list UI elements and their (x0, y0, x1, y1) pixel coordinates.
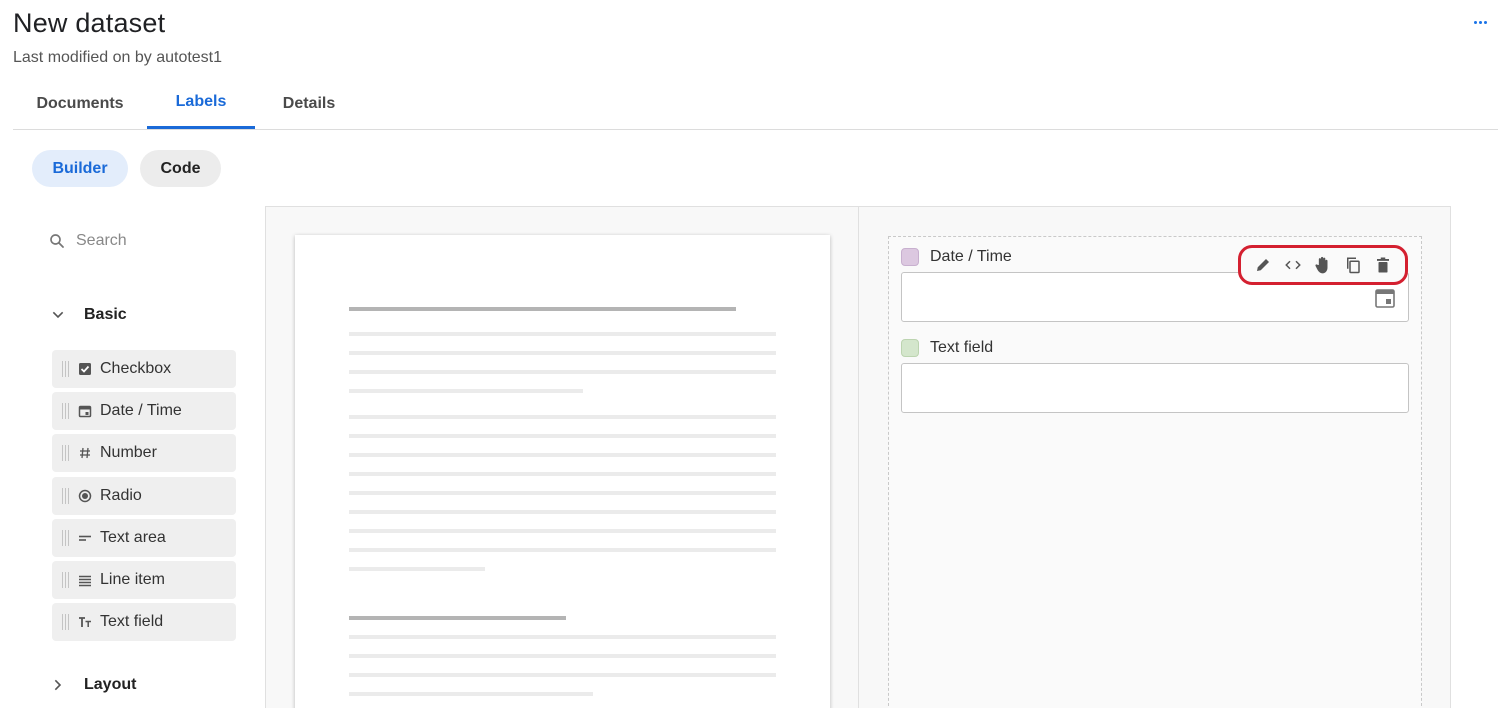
drag-grip-icon (62, 403, 72, 420)
search-placeholder: Search (76, 232, 127, 249)
more-options-button[interactable] (1470, 12, 1490, 32)
field-label-text-field[interactable]: Text field (901, 339, 993, 357)
palette-item-label: Checkbox (100, 360, 172, 377)
field-color-swatch (901, 339, 919, 357)
palette-item-text-area[interactable]: Text area (52, 518, 236, 557)
palette-item-label: Date / Time (100, 402, 182, 420)
tab-labels[interactable]: Labels (147, 78, 255, 129)
last-modified-text: Last modified on by autotest1 (13, 49, 223, 66)
chevron-down-icon (52, 311, 64, 319)
search-icon (50, 234, 64, 248)
field-label-text: Date / Time (930, 248, 1012, 265)
field-palette: Checkbox Date / Time Number Radio Text a… (52, 350, 236, 645)
field-color-swatch (901, 248, 919, 266)
tab-documents[interactable]: Documents (13, 78, 147, 129)
palette-item-label: Text area (100, 528, 166, 546)
page-title: New dataset (13, 8, 166, 38)
drag-grip-icon (62, 529, 72, 546)
drag-grip-icon (62, 487, 72, 504)
palette-item-date-time[interactable]: Date / Time (52, 392, 236, 431)
drag-grip-icon (62, 614, 72, 631)
tab-bar: Documents Labels Details (13, 78, 1498, 130)
text-field-icon (78, 615, 92, 629)
code-icon[interactable] (1282, 254, 1304, 276)
delete-icon[interactable] (1372, 254, 1394, 276)
palette-item-line-item[interactable]: Line item (52, 560, 236, 599)
calendar-icon (78, 404, 92, 418)
edit-icon[interactable] (1252, 254, 1274, 276)
calendar-icon[interactable] (1374, 287, 1396, 309)
sidebar-search[interactable]: Search (48, 232, 127, 250)
field-action-toolbar (1238, 245, 1408, 285)
builder-mode-button[interactable]: Builder (32, 150, 128, 187)
chevron-right-icon (54, 679, 62, 691)
drag-grip-icon (62, 571, 72, 588)
basic-section-toggle[interactable]: Basic (50, 306, 127, 324)
checkbox-icon (78, 362, 92, 376)
code-mode-button[interactable]: Code (140, 150, 221, 187)
more-horizontal-icon (1473, 20, 1477, 24)
palette-item-checkbox[interactable]: Checkbox (52, 350, 236, 388)
palette-item-label: Text field (100, 613, 164, 631)
field-label-date-time[interactable]: Date / Time (901, 248, 1012, 266)
drag-grip-icon (62, 445, 72, 462)
text-field-input[interactable] (901, 363, 1409, 413)
radio-icon (78, 489, 92, 503)
palette-item-label: Number (100, 444, 157, 462)
line-item-icon (78, 573, 92, 587)
layout-section-toggle[interactable]: Layout (50, 676, 136, 694)
field-label-text: Text field (930, 339, 994, 356)
layout-section-label: Layout (84, 676, 137, 693)
text-area-icon (78, 531, 92, 545)
copy-icon[interactable] (1342, 254, 1364, 276)
palette-item-radio[interactable]: Radio (52, 476, 236, 515)
tab-details[interactable]: Details (255, 78, 363, 129)
palette-item-text-field[interactable]: Text field (52, 603, 236, 642)
basic-section-label: Basic (84, 306, 127, 323)
drag-hand-icon[interactable] (1312, 254, 1334, 276)
canvas-divider (858, 206, 859, 708)
palette-item-label: Line item (100, 570, 165, 588)
palette-item-number[interactable]: Number (52, 434, 236, 473)
palette-item-label: Radio (100, 486, 142, 504)
document-preview (295, 235, 830, 708)
drag-grip-icon (62, 361, 72, 377)
hash-icon (78, 446, 92, 460)
